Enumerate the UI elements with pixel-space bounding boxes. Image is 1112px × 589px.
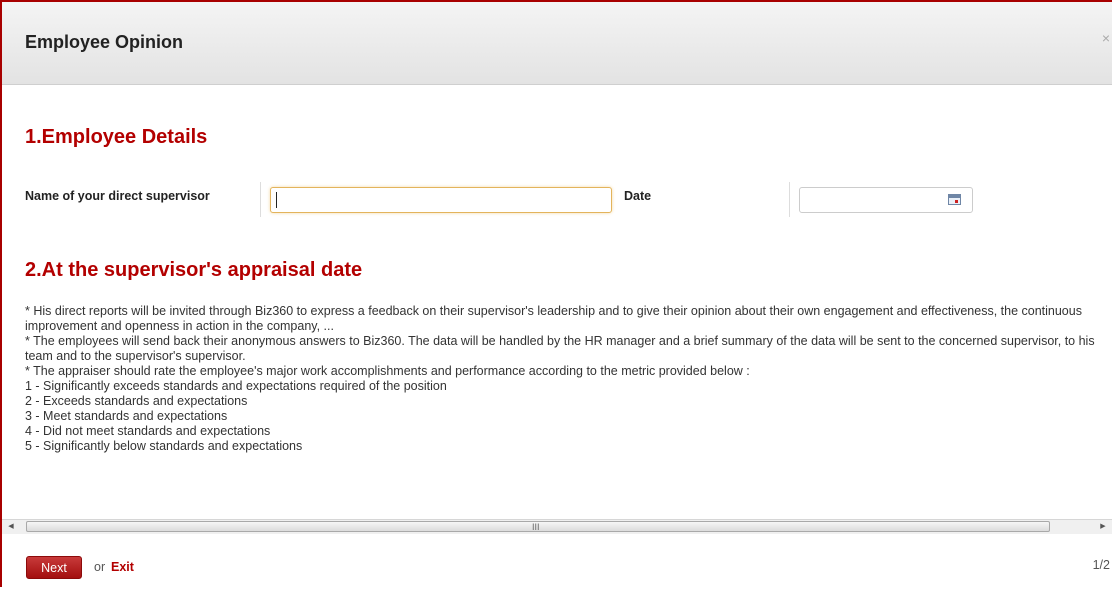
- date-label: Date: [624, 189, 652, 203]
- scroll-left-arrow-icon[interactable]: ◀: [4, 520, 18, 534]
- scroll-right-arrow-icon[interactable]: ▶: [1096, 520, 1110, 534]
- scrollbar-thumb[interactable]: III: [26, 521, 1050, 532]
- supervisor-name-input[interactable]: [270, 187, 612, 213]
- next-button[interactable]: Next: [26, 556, 82, 579]
- text-cursor: [276, 192, 277, 208]
- field-divider: [260, 182, 261, 217]
- dialog-title: Employee Opinion: [25, 32, 184, 52]
- calendar-icon[interactable]: [948, 194, 961, 205]
- rating-line: 2 - Exceeds standards and expectations: [25, 394, 248, 408]
- or-text: or: [94, 560, 106, 574]
- horizontal-scrollbar[interactable]: ◀ III ▶: [2, 519, 1112, 535]
- close-icon[interactable]: ×: [1102, 30, 1110, 46]
- rating-line: 1 - Significantly exceeds standards and …: [25, 379, 447, 393]
- employee-opinion-dialog: Employee Opinion × 1.Employee Details Na…: [0, 0, 1112, 589]
- field-divider: [789, 182, 790, 217]
- section-employee-details-title: 1.Employee Details: [25, 126, 208, 148]
- supervisor-label: Name of your direct supervisor: [25, 189, 210, 203]
- page-indicator: 1/2: [1092, 558, 1110, 572]
- rating-line: 3 - Meet standards and expectations: [25, 409, 228, 423]
- rating-line: 4 - Did not meet standards and expectati…: [25, 424, 271, 438]
- description-line: * The employees will send back their ano…: [25, 334, 1095, 363]
- section-appraisal-date-title: 2.At the supervisor's appraisal date: [25, 259, 363, 281]
- description-line: * His direct reports will be invited thr…: [25, 304, 1082, 333]
- appraisal-description: * His direct reports will be invited thr…: [25, 304, 1107, 454]
- rating-line: 5 - Significantly below standards and ex…: [25, 439, 303, 453]
- dialog-footer: Next or Exit 1/2: [2, 534, 1112, 589]
- scrollbar-grip-icon: III: [532, 522, 540, 532]
- date-input[interactable]: [799, 187, 973, 213]
- exit-link[interactable]: Exit: [111, 560, 134, 574]
- dialog-header: Employee Opinion ×: [2, 2, 1112, 85]
- description-line: * The appraiser should rate the employee…: [25, 364, 750, 378]
